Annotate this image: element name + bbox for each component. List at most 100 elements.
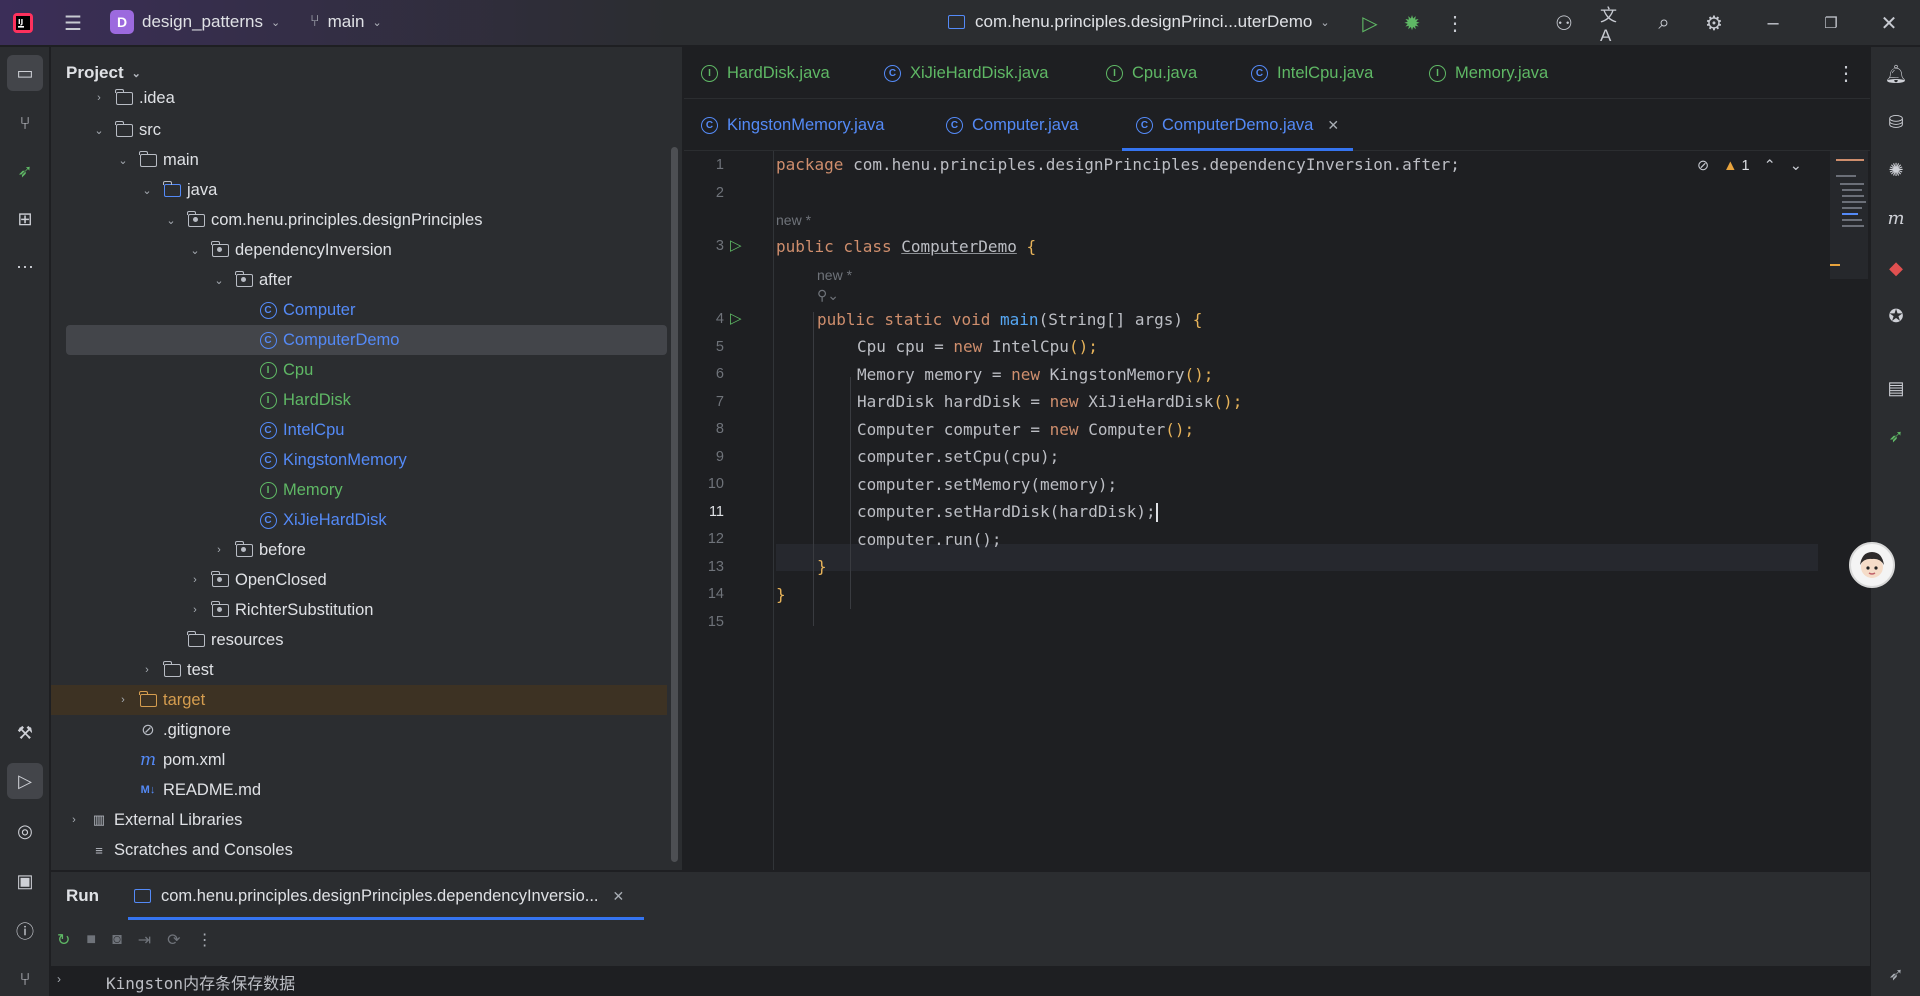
tree-item-test[interactable]: › test	[51, 655, 667, 685]
chevron-right-icon[interactable]: ›	[187, 574, 203, 586]
run-icon[interactable]: ▷	[1357, 10, 1383, 36]
reader-mode-icon[interactable]: ⊘	[1697, 158, 1709, 174]
branch-switcher[interactable]: ⑂ main ⌄	[310, 12, 382, 32]
warning-count[interactable]: ▲ 1	[1723, 158, 1749, 174]
code-line-3[interactable]: public class ComputerDemo {	[776, 237, 1036, 256]
jrebel-icon[interactable]: ➶	[7, 153, 43, 189]
tree-item-gitignore[interactable]: ⊘ .gitignore	[51, 715, 667, 745]
code-line-6[interactable]: Memory memory = new KingstonMemory();	[776, 365, 1213, 384]
chevron-right-icon[interactable]: ›	[115, 694, 131, 706]
close-tab-icon[interactable]: ✕	[1327, 117, 1339, 134]
chevron-down-icon[interactable]: ⌄	[187, 244, 203, 257]
more-actions-icon[interactable]: ⋮	[1442, 10, 1468, 36]
services-icon[interactable]: ◎	[7, 813, 43, 849]
notifications-bell-icon[interactable]: 🔔︎	[1879, 57, 1913, 91]
tree-item-scratches[interactable]: ≡ Scratches and Consoles	[51, 835, 667, 865]
tree-item-pom[interactable]: m pom.xml	[51, 745, 667, 775]
run-gutter-icon[interactable]: ▷	[730, 236, 742, 254]
tree-item-intelcpu[interactable]: C IntelCpu	[51, 415, 667, 445]
tab-xijieharddisk[interactable]: C XiJieHardDisk.java	[884, 47, 1048, 99]
code-line-5[interactable]: Cpu cpu = new IntelCpu();	[776, 337, 1098, 356]
tree-item-kingstonmemory[interactable]: C KingstonMemory	[51, 445, 667, 475]
build-hammer-icon[interactable]: ⚒	[7, 715, 43, 751]
close-icon[interactable]: ✕	[1876, 10, 1902, 36]
project-folder-icon[interactable]: ▭	[7, 55, 43, 91]
tree-item-resources[interactable]: resources	[51, 625, 667, 655]
tree-item-main[interactable]: ⌄ main	[51, 145, 667, 175]
tree-item-harddisk[interactable]: I HardDisk	[51, 385, 667, 415]
code-line-4[interactable]: public static void main(String[] args) {	[776, 310, 1202, 329]
code-line-13[interactable]: }	[776, 557, 827, 576]
restore-layout-icon[interactable]: ⟳	[167, 930, 180, 950]
database-icon[interactable]: ⛁	[1879, 105, 1913, 139]
run-gutter-icon[interactable]: ▷	[730, 309, 742, 327]
rerun-icon[interactable]: ↻	[57, 930, 70, 950]
intellij-logo-icon[interactable]: IJ	[10, 10, 36, 36]
maven-icon[interactable]: m	[1879, 201, 1913, 235]
more-options-icon[interactable]: ⋮	[197, 930, 213, 950]
chevron-down-icon[interactable]: ⌄	[211, 274, 227, 287]
expand-chevron-icon[interactable]: ›	[57, 972, 61, 986]
jrebel-panel-icon[interactable]: ➶	[1879, 419, 1913, 453]
tab-more-icon[interactable]: ⋮	[1836, 47, 1856, 99]
code-line-11[interactable]: computer.setHardDisk(hardDisk);	[776, 502, 1158, 522]
code-line-9[interactable]: computer.setCpu(cpu);	[776, 447, 1059, 466]
code-line-8[interactable]: Computer computer = new Computer();	[776, 420, 1194, 439]
close-tab-icon[interactable]: ✕	[613, 888, 625, 905]
main-menu-icon[interactable]: ☰	[60, 10, 86, 36]
code-line-12[interactable]: computer.run();	[776, 530, 1002, 549]
tree-item-target[interactable]: › target	[51, 685, 667, 715]
debug-icon[interactable]: ✹	[1399, 10, 1425, 36]
project-switcher[interactable]: D design_patterns ⌄	[110, 10, 280, 34]
exit-icon[interactable]: ⇥	[138, 930, 151, 950]
commit-icon[interactable]: ⑂	[7, 105, 43, 141]
tab-intelcpu[interactable]: C IntelCpu.java	[1251, 47, 1373, 99]
tree-item-xijieharddisk[interactable]: C XiJieHardDisk	[51, 505, 667, 535]
settings-gear-icon[interactable]: ⚙	[1701, 10, 1727, 36]
tree-item-richtersubstitution[interactable]: › RichterSubstitution	[51, 595, 667, 625]
plugin-bird-icon[interactable]: ◆	[1879, 251, 1913, 285]
camera-icon[interactable]: ◙	[112, 931, 122, 949]
tree-item-memory[interactable]: I Memory	[51, 475, 667, 505]
chevron-right-icon[interactable]: ›	[91, 92, 107, 104]
ai-hint-icon[interactable]: ⚲⌄	[817, 287, 839, 304]
ai-assistant-icon[interactable]: ✺	[1879, 153, 1913, 187]
tab-harddisk[interactable]: I HardDisk.java	[701, 47, 830, 99]
run-output[interactable]: › Kingston内存条保存数据	[51, 966, 1870, 996]
tab-computer[interactable]: C Computer.java	[946, 99, 1078, 151]
chevron-down-icon[interactable]: ⌄	[115, 154, 131, 167]
tab-memory[interactable]: I Memory.java	[1429, 47, 1548, 99]
restore-icon[interactable]: ❐	[1818, 10, 1844, 36]
gradle-elephant-icon[interactable]: ✪	[1879, 299, 1913, 333]
tree-item-after[interactable]: ⌄ after	[51, 265, 667, 295]
tab-computerdemo[interactable]: C ComputerDemo.java ✕	[1121, 99, 1354, 151]
chevron-right-icon[interactable]: ›	[139, 664, 155, 676]
problems-icon[interactable]: ⓘ	[7, 913, 43, 949]
structure-icon[interactable]: ⊞	[7, 201, 43, 237]
tree-item-src[interactable]: ⌄ src	[51, 115, 667, 145]
search-icon[interactable]: ⌕	[1651, 10, 1677, 36]
translate-icon[interactable]: 文A	[1600, 6, 1626, 45]
tree-item-package-root[interactable]: ⌄ com.henu.principles.designPrinciples	[51, 205, 667, 235]
next-highlight-icon[interactable]: ⌄	[1790, 158, 1802, 174]
tab-cpu[interactable]: I Cpu.java	[1106, 47, 1197, 99]
chevron-right-icon[interactable]: ›	[211, 544, 227, 556]
jrebel-bottom-icon[interactable]: ➶	[1879, 957, 1913, 991]
code-line-7[interactable]: HardDisk hardDisk = new XiJieHardDisk();	[776, 392, 1242, 411]
chevron-down-icon[interactable]: ⌄	[139, 184, 155, 197]
tree-item-idea[interactable]: › .idea	[51, 87, 667, 109]
add-user-icon[interactable]: ⚇	[1551, 10, 1577, 36]
run-tool-icon[interactable]: ▷	[7, 763, 43, 799]
terminal-icon[interactable]: ▣	[7, 863, 43, 899]
code-line-14[interactable]: }	[776, 585, 786, 604]
tree-item-java[interactable]: ⌄ java	[51, 175, 667, 205]
tree-item-cpu[interactable]: I Cpu	[51, 355, 667, 385]
inspection-widget[interactable]: ⊘ ▲ 1 ⌃ ⌄	[1697, 158, 1802, 174]
document-icon[interactable]: ▤	[1879, 371, 1913, 405]
tree-item-computerdemo[interactable]: C ComputerDemo	[66, 325, 667, 355]
chevron-right-icon[interactable]: ›	[66, 814, 82, 826]
assistant-avatar[interactable]	[1849, 542, 1895, 588]
tree-item-openclosed[interactable]: › OpenClosed	[51, 565, 667, 595]
git-icon[interactable]: ⑂	[7, 961, 43, 996]
run-config-selector[interactable]: com.henu.principles.designPrinci...uterD…	[948, 12, 1330, 32]
